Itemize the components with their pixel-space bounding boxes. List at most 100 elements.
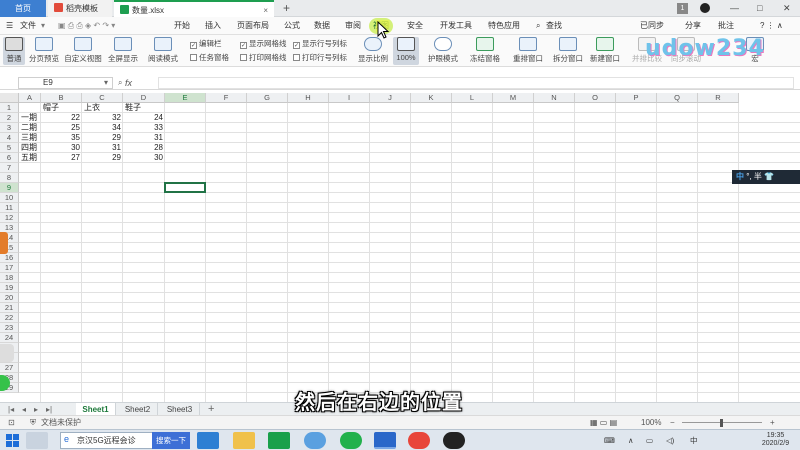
settings-icon[interactable]: ? ⋮ ∧ (760, 17, 783, 35)
zoom-in-icon[interactable]: + (770, 416, 775, 429)
row-header[interactable]: 3 (0, 123, 19, 133)
rearrange-button[interactable]: 重排窗口 (509, 37, 547, 64)
windows-start-icon[interactable] (4, 432, 22, 449)
cell-D4[interactable]: 31 (125, 133, 163, 143)
full-screen-button[interactable]: 全屏显示 (106, 37, 140, 64)
tab-workbook[interactable]: 数量.xlsx × (114, 0, 274, 17)
hamburger-icon[interactable]: ☰ (6, 17, 13, 35)
column-header[interactable]: H (288, 93, 329, 103)
row-header[interactable]: 12 (0, 213, 19, 223)
cell-A6[interactable]: 五期 (21, 153, 39, 163)
row-header[interactable]: 10 (0, 193, 19, 203)
column-header[interactable]: F (206, 93, 247, 103)
new-tab-button[interactable]: + (283, 0, 290, 16)
zoom-out-icon[interactable]: − (670, 416, 675, 429)
row-header[interactable]: 18 (0, 273, 19, 283)
baidu-netdisk-icon[interactable] (304, 432, 326, 449)
show-gridlines-checkbox[interactable]: ✓ 显示网格线 (240, 38, 287, 49)
chevron-down-icon[interactable]: ▾ (104, 76, 108, 90)
menu-formula[interactable]: 公式 (284, 17, 300, 35)
side-panel-toggle[interactable] (0, 344, 14, 362)
cell-C1[interactable]: 上衣 (84, 103, 121, 113)
zoom-slider-thumb[interactable] (720, 419, 723, 427)
menu-data[interactable]: 数据 (314, 17, 330, 35)
column-header[interactable]: R (698, 93, 739, 103)
column-header[interactable]: O (575, 93, 616, 103)
row-header[interactable]: 7 (0, 163, 19, 173)
ime-mode[interactable]: °, 半 (746, 172, 762, 181)
cell-C6[interactable]: 29 (84, 153, 121, 163)
layout-icon[interactable]: ⊡ (8, 416, 15, 429)
menu-developer[interactable]: 开发工具 (440, 17, 472, 35)
menu-sync[interactable]: 已同步 (640, 17, 664, 35)
menu-file[interactable]: 文件 (20, 17, 36, 35)
normal-view-button[interactable]: 普通 (3, 37, 25, 65)
row-header[interactable]: 22 (0, 313, 19, 323)
taskbar-search-button[interactable]: 搜索一下 (152, 432, 190, 449)
cell-C5[interactable]: 31 (84, 143, 121, 153)
zoom-level[interactable]: 100% (641, 416, 661, 429)
menu-search[interactable]: 查找 (546, 17, 562, 35)
chrome-icon[interactable] (408, 432, 430, 449)
menu-review[interactable]: 审阅 (345, 17, 361, 35)
tab-home[interactable]: 首页 (0, 0, 46, 17)
new-window-button[interactable]: 新建窗口 (588, 37, 622, 64)
cell-D6[interactable]: 30 (125, 153, 163, 163)
column-header[interactable]: N (534, 93, 575, 103)
show-headings-checkbox[interactable]: ✓ 显示行号列标 (293, 38, 347, 49)
minimize-button[interactable]: — (730, 0, 739, 17)
column-header[interactable]: B (41, 93, 82, 103)
cell-A2[interactable]: 一期 (21, 113, 39, 123)
column-header[interactable]: L (452, 93, 493, 103)
task-view-icon[interactable] (26, 432, 48, 449)
column-header[interactable]: Q (657, 93, 698, 103)
search-icon[interactable]: ⌕ (536, 17, 540, 35)
cell-B6[interactable]: 27 (43, 153, 80, 163)
cell-D3[interactable]: 33 (125, 123, 163, 133)
folder-icon[interactable] (233, 432, 255, 449)
custom-view-button[interactable]: 自定义视图 (64, 37, 102, 64)
wps-writer-icon[interactable] (374, 432, 396, 449)
print-gridlines-checkbox[interactable]: 打印网格线 (240, 52, 287, 63)
volume-icon[interactable]: ◁) (666, 430, 674, 450)
row-header[interactable]: 17 (0, 263, 19, 273)
tab-template[interactable]: 稻壳模板 (48, 0, 112, 17)
zoom-ratio-button[interactable]: 显示比例 (356, 37, 390, 64)
column-header[interactable]: E (165, 93, 206, 103)
cell-A4[interactable]: 三期 (21, 133, 39, 143)
cell-B4[interactable]: 35 (43, 133, 80, 143)
menu-page-layout[interactable]: 页面布局 (237, 17, 269, 35)
tray-chevron-icon[interactable]: ∧ (628, 430, 634, 450)
name-box[interactable]: E9 (18, 77, 113, 89)
column-header[interactable]: M (493, 93, 534, 103)
taskbar-clock[interactable]: 19:35 2020/2/9 (753, 432, 798, 448)
page-break-button[interactable]: 分页预览 (28, 37, 60, 64)
row-header[interactable]: 11 (0, 203, 19, 213)
menu-share[interactable]: 分享 (685, 17, 701, 35)
cell-C3[interactable]: 34 (84, 123, 121, 133)
ie-icon[interactable] (197, 432, 219, 449)
zoom-cell-icon[interactable]: ⌕ (118, 76, 122, 90)
formula-input[interactable] (158, 77, 794, 89)
taskbar-lang[interactable]: 中 (690, 430, 698, 450)
ime-lang[interactable]: 中 (736, 172, 744, 181)
network-icon[interactable]: ▭ (646, 430, 653, 450)
360-icon[interactable] (340, 432, 362, 449)
zoom-100-button[interactable]: 100% (393, 37, 419, 65)
row-header[interactable]: 8 (0, 173, 19, 183)
formula-bar-checkbox[interactable]: ✓ 编辑栏 (190, 38, 222, 49)
ime-toolbar[interactable]: 中 °, 半 👕 (732, 170, 800, 184)
menu-comment[interactable]: 批注 (718, 17, 734, 35)
freeze-panes-button[interactable]: 冻结窗格 (466, 37, 504, 64)
row-header[interactable]: 16 (0, 253, 19, 263)
maximize-button[interactable]: □ (757, 0, 762, 17)
row-header[interactable]: 9 (0, 183, 19, 193)
cell-C2[interactable]: 32 (84, 113, 121, 123)
view-mode-icons[interactable]: ▦ ▭ ▤ (590, 416, 617, 429)
row-header[interactable]: 20 (0, 293, 19, 303)
menu-insert[interactable]: 插入 (205, 17, 221, 35)
record-icon[interactable] (443, 432, 465, 449)
column-header[interactable]: P (616, 93, 657, 103)
cell-A3[interactable]: 二期 (21, 123, 39, 133)
task-pane-checkbox[interactable]: 任务窗格 (190, 52, 229, 63)
